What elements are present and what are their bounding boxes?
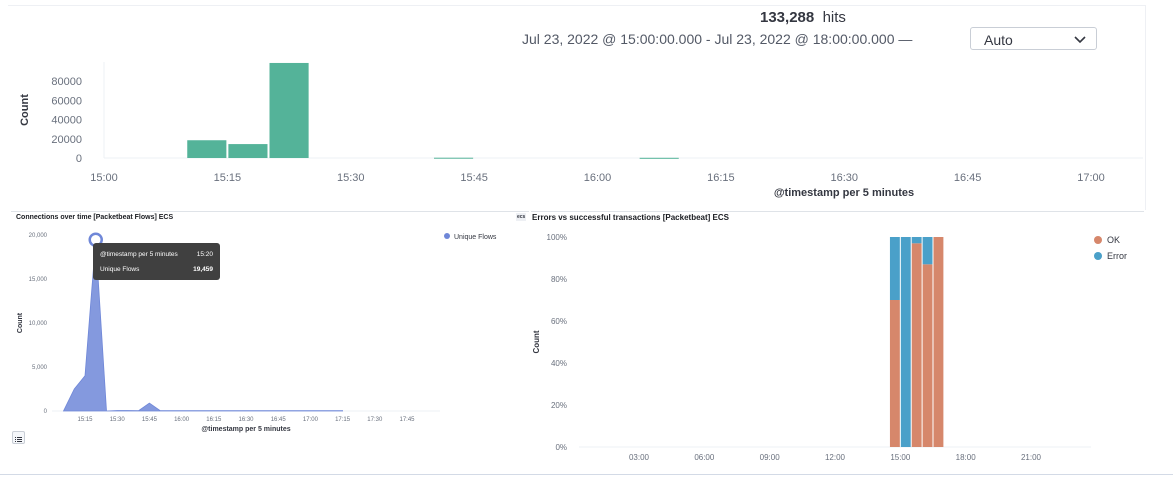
y-tick-label: 20000 (51, 134, 82, 146)
y-tick-label: 40% (551, 359, 567, 368)
divider (0, 474, 1173, 475)
y-tick-label: 60000 (51, 95, 82, 107)
y-tick-label: 40000 (51, 115, 82, 127)
y-tick-label: 0% (555, 443, 567, 452)
tooltip-value-series: 19,459 (193, 266, 213, 273)
error-bar (900, 237, 911, 447)
x-tick-label: 03:00 (629, 453, 650, 462)
x-tick-label: 21:00 (1021, 453, 1042, 462)
ok-bar (933, 237, 944, 447)
y-axis-label: Count (19, 94, 31, 126)
y-tick-label: 100% (547, 233, 567, 242)
histogram-bar (639, 157, 679, 159)
histogram-bar (434, 157, 474, 159)
x-tick-label: 16:45 (271, 417, 287, 423)
x-tick-label: 15:30 (337, 172, 365, 184)
tooltip-key-series: Unique Flows (100, 266, 140, 273)
y-tick-label: 60% (551, 317, 567, 326)
x-tick-label: 16:45 (954, 172, 982, 184)
y-tick-label: 20,000 (29, 233, 48, 239)
y-tick-label: 15,000 (29, 277, 48, 283)
y-tick-label: 0 (44, 409, 48, 415)
y-tick-label: 5,000 (32, 365, 48, 371)
error-bar (922, 237, 933, 265)
y-axis-label: Count (532, 330, 541, 353)
hits-histogram-chart: 0 20000 40000 60000 80000 15:00 15:15 15:30 15:4… (19, 62, 1143, 199)
y-tick-label: 20% (551, 401, 567, 410)
chart-tooltip: @timestamp per 5 minutes 15:20 Unique Fl… (93, 243, 220, 280)
legend-swatch (1094, 236, 1102, 244)
x-tick-label: 16:00 (584, 172, 612, 184)
y-tick-label: 10,000 (29, 321, 48, 327)
x-tick-label: 16:15 (206, 417, 222, 423)
ok-bar (911, 243, 922, 447)
x-tick-label: 09:00 (760, 453, 781, 462)
x-tick-label: 17:00 (303, 417, 319, 423)
connections-area-chart: 0 5,000 10,000 15,000 20,000 15:15 15:30 15:45 1… (17, 232, 497, 433)
errors-stacked-chart: 0% 20% 40% 60% 80% 100% 03:00 06:00 09:00 12:00 15… (532, 233, 1127, 462)
x-tick-label: 16:15 (707, 172, 735, 184)
y-tick-label: 0 (76, 153, 82, 165)
x-tick-label: 16:30 (830, 172, 858, 184)
legend-toggle-button[interactable] (12, 431, 25, 444)
x-tick-label: 18:00 (956, 453, 977, 462)
x-tick-label: 17:00 (1077, 172, 1105, 184)
error-bar (889, 237, 900, 300)
histogram-bar (187, 140, 227, 158)
legend-label: OK (1107, 235, 1120, 245)
x-tick-label: 17:45 (399, 417, 415, 423)
x-tick-label: 16:30 (238, 417, 254, 423)
x-tick-label: 15:00 (90, 172, 118, 184)
legend-swatch (1094, 252, 1102, 260)
x-tick-label: 15:45 (142, 417, 158, 423)
x-tick-label: 12:00 (825, 453, 846, 462)
x-tick-label: 15:00 (890, 453, 911, 462)
tooltip-value-timestamp: 15:20 (196, 251, 213, 258)
x-tick-label: 17:15 (335, 417, 351, 423)
list-icon (15, 437, 22, 442)
x-tick-label: 17:30 (367, 417, 383, 423)
y-axis-label: Count (17, 312, 24, 333)
tooltip-key-timestamp: @timestamp per 5 minutes (100, 251, 178, 258)
x-tick-label: 15:30 (110, 417, 126, 423)
y-tick-label: 80% (551, 275, 567, 284)
x-tick-label: 06:00 (694, 453, 715, 462)
histogram-bar (228, 144, 268, 158)
x-axis-label: @timestamp per 5 minutes (201, 426, 290, 433)
histogram-bar (269, 62, 309, 158)
ok-bar (922, 264, 933, 447)
legend-swatch (444, 233, 450, 239)
x-tick-label: 15:15 (214, 172, 242, 184)
x-tick-label: 16:00 (174, 417, 190, 423)
legend-label: Unique Flows (454, 234, 497, 241)
ok-bar (889, 300, 900, 447)
y-tick-label: 80000 (51, 76, 82, 88)
legend-label: Error (1107, 251, 1127, 261)
x-axis-label: @timestamp per 5 minutes (774, 187, 914, 199)
x-tick-label: 15:45 (460, 172, 488, 184)
x-tick-label: 15:15 (77, 417, 93, 423)
error-bar (911, 237, 922, 244)
